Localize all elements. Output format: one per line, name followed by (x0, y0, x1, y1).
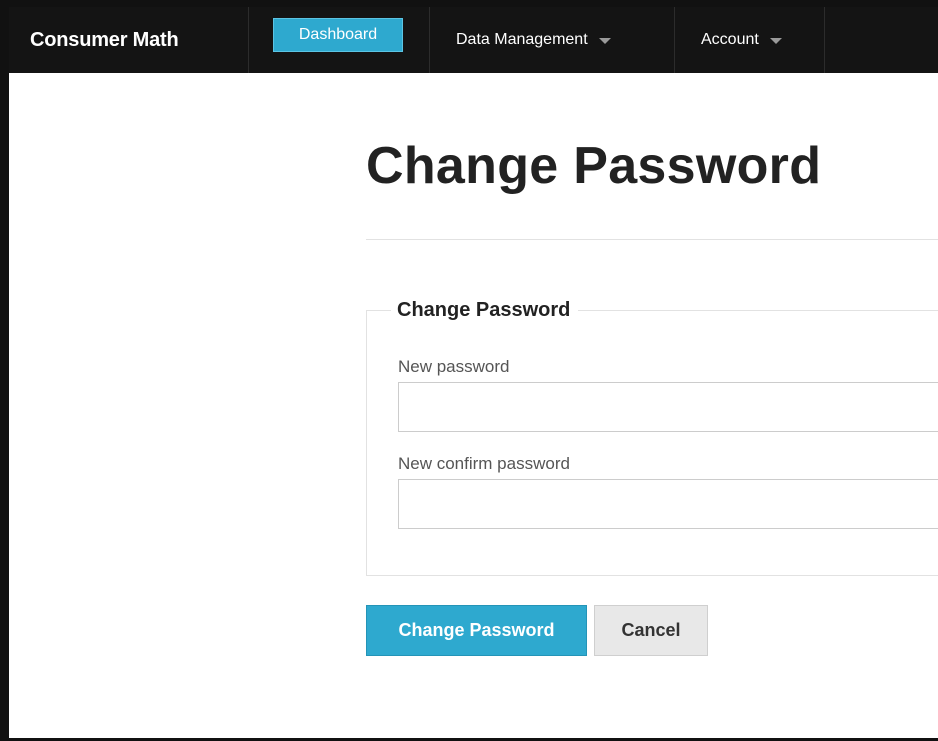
nav-account-label: Account (701, 31, 759, 48)
caret-down-icon (598, 38, 611, 44)
cancel-button[interactable]: Cancel (594, 605, 708, 656)
change-password-button[interactable]: Change Password (366, 605, 587, 656)
nav-data-management-label: Data Management (456, 31, 588, 48)
nav-account-dropdown[interactable]: Account (675, 7, 825, 73)
new-password-input[interactable] (398, 382, 938, 432)
page-title: Change Password (366, 137, 822, 195)
app-window: Consumer Math Dashboard Data Management … (0, 0, 938, 741)
nav-dashboard-button[interactable]: Dashboard (273, 18, 403, 52)
brand-logo[interactable]: Consumer Math (9, 7, 249, 73)
nav-dashboard-container: Dashboard (249, 7, 430, 73)
confirm-password-label: New confirm password (398, 454, 570, 473)
top-navbar: Consumer Math Dashboard Data Management … (9, 7, 938, 73)
nav-data-management-dropdown[interactable]: Data Management (430, 7, 675, 73)
confirm-password-input[interactable] (398, 479, 938, 529)
change-password-fieldset: Change Password New password New confirm… (366, 296, 938, 576)
caret-down-icon (769, 38, 782, 44)
new-password-label: New password (398, 357, 510, 376)
title-divider (366, 239, 938, 240)
fieldset-legend: Change Password (391, 296, 579, 324)
